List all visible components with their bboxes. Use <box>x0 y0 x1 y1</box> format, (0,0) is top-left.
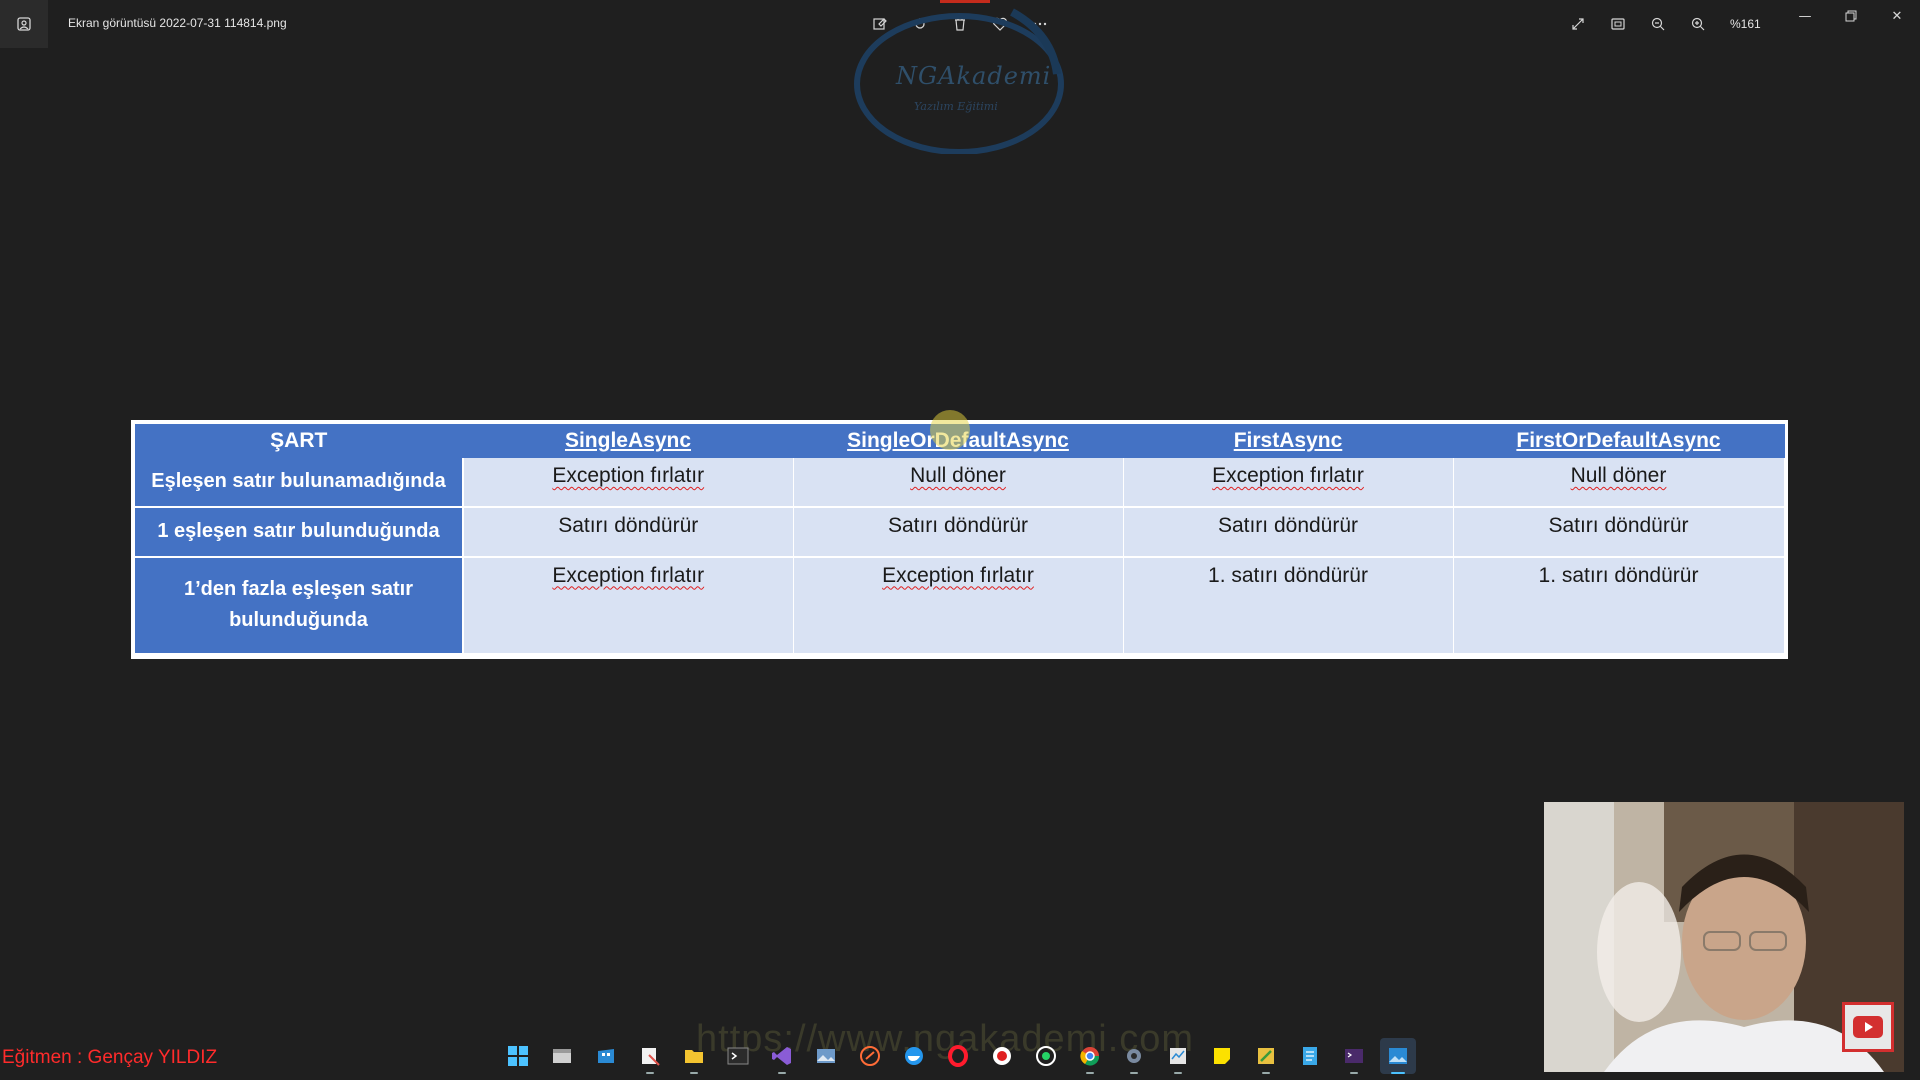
table-cell: 1. satırı döndürür <box>1453 556 1785 656</box>
row-condition: 1’den fazla eşleşen satır bulunduğunda <box>135 556 464 656</box>
logo-name: NGAkademi <box>896 62 1052 90</box>
table-row: 1 eşleşen satır bulunduğunda Satırı dönd… <box>135 506 1785 558</box>
cell-text: Exception fırlatır <box>552 563 705 587</box>
restore-icon[interactable] <box>1828 0 1874 32</box>
cell-text: Satırı döndürür <box>558 513 699 537</box>
table-row: Eşleşen satır bulunamadığında Exception … <box>135 458 1785 508</box>
cell-text: Satırı döndürür <box>1548 513 1689 537</box>
close-icon[interactable]: ✕ <box>1874 0 1920 32</box>
cell-text: Satırı döndürür <box>887 513 1029 537</box>
sticky-notes-icon[interactable] <box>1204 1038 1240 1074</box>
table-cell: Null döner <box>793 458 1124 508</box>
youtube-icon <box>1842 1002 1894 1052</box>
table-cell: Satırı döndürür <box>1453 506 1785 558</box>
logo-tagline: Yazılım Eğitimi <box>914 100 998 113</box>
file-manager-icon[interactable] <box>544 1038 580 1074</box>
table-cell: Exception fırlatır <box>1123 458 1454 508</box>
taskbar <box>500 1036 1416 1076</box>
windows-start-icon[interactable] <box>500 1038 536 1074</box>
table-cell: Null döner <box>1453 458 1785 508</box>
table-cell: Exception fırlatır <box>793 556 1124 656</box>
zoom-level[interactable]: %161 <box>1730 17 1761 31</box>
docker-icon[interactable] <box>896 1038 932 1074</box>
table-cell: Exception fırlatır <box>463 556 794 656</box>
header-single-async: SingleAsync <box>463 424 794 458</box>
header-first-async: FirstAsync <box>1123 424 1454 458</box>
visual-studio-icon[interactable] <box>764 1038 800 1074</box>
table-cell: Satırı döndürür <box>793 506 1124 558</box>
table-row: 1’den fazla eşleşen satır bulunduğunda E… <box>135 556 1785 656</box>
file-explorer-icon[interactable] <box>676 1038 712 1074</box>
settings-icon[interactable] <box>1116 1038 1152 1074</box>
terminal-purple-icon[interactable] <box>1336 1038 1372 1074</box>
notepad-icon[interactable] <box>1292 1038 1328 1074</box>
cell-text: Exception fırlatır <box>552 464 705 487</box>
row-condition: Eşleşen satır bulunamadığında <box>135 458 464 508</box>
zoom-out-icon[interactable] <box>1644 10 1672 38</box>
recording-indicator <box>940 0 990 3</box>
header-condition: ŞART <box>135 424 464 458</box>
cell-text: 1. satırı döndürür <box>1538 563 1699 587</box>
recorder-icon[interactable] <box>984 1038 1020 1074</box>
cell-text: Exception fırlatır <box>1212 464 1364 487</box>
fullscreen-icon[interactable] <box>1564 10 1592 38</box>
app-icon[interactable] <box>0 0 48 48</box>
store-icon[interactable] <box>588 1038 624 1074</box>
photo-viewer-icon[interactable] <box>1380 1038 1416 1074</box>
chrome-icon[interactable] <box>1072 1038 1108 1074</box>
ngakademi-logo: NGAkademi Yazılım Eğitimi <box>852 4 1066 154</box>
postman-icon[interactable] <box>852 1038 888 1074</box>
cell-text: Null döner <box>1570 464 1667 487</box>
cursor-highlight <box>930 410 970 450</box>
window-controls: — ✕ <box>1782 0 1920 32</box>
table-cell: Satırı döndürür <box>1123 506 1454 558</box>
row-condition: 1 eşleşen satır bulunduğunda <box>135 506 464 558</box>
terminal-icon[interactable] <box>720 1038 756 1074</box>
cell-text: 1. satırı döndürür <box>1208 563 1368 587</box>
view-controls: %161 <box>1564 10 1761 38</box>
header-first-or-default-async: FirstOrDefaultAsync <box>1453 424 1785 458</box>
cell-text: Satırı döndürür <box>1217 513 1359 537</box>
table-cell: 1. satırı döndürür <box>1123 556 1454 656</box>
task-manager-icon[interactable] <box>1160 1038 1196 1074</box>
cell-text: Null döner <box>910 464 1006 487</box>
opera-icon[interactable] <box>940 1038 976 1074</box>
zoom-in-icon[interactable] <box>1684 10 1712 38</box>
photos-icon[interactable] <box>808 1038 844 1074</box>
table-cell: Satırı döndürür <box>463 506 794 558</box>
cell-text: Exception fırlatır <box>882 563 1034 587</box>
trainer-label: Eğitmen : Gençay YILDIZ <box>2 1047 218 1068</box>
fit-window-icon[interactable] <box>1604 10 1632 38</box>
file-title: Ekran görüntüsü 2022-07-31 114814.png <box>68 16 287 30</box>
whatsapp-icon[interactable] <box>1028 1038 1064 1074</box>
snipping-tool-icon[interactable] <box>632 1038 668 1074</box>
minimize-icon[interactable]: — <box>1782 0 1828 32</box>
paint-icon[interactable] <box>1248 1038 1284 1074</box>
comparison-table: ŞART SingleAsync SingleOrDefaultAsync Fi… <box>131 420 1788 659</box>
table-cell: Exception fırlatır <box>463 458 794 508</box>
